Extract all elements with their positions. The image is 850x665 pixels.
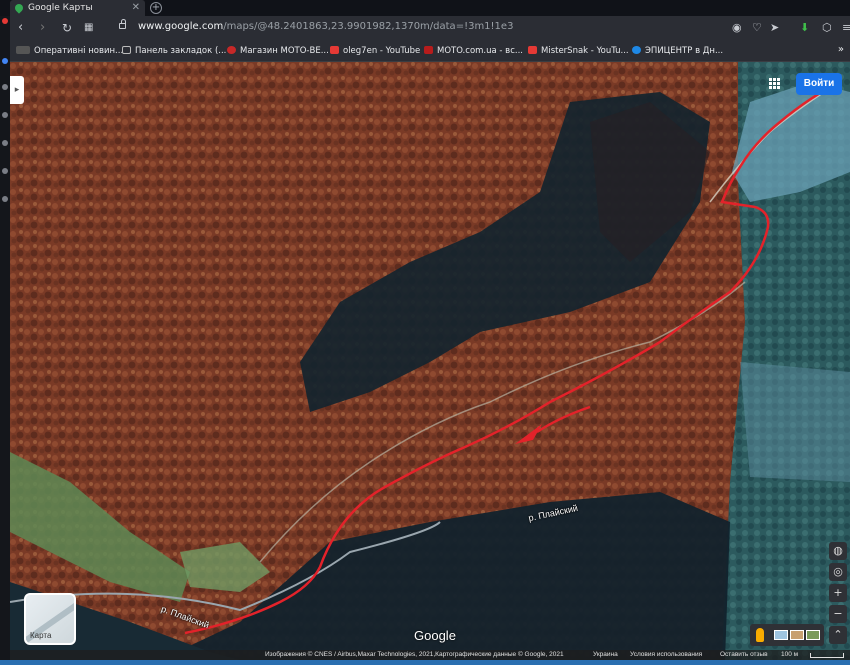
zoom-in-button[interactable]: +	[829, 584, 847, 602]
imagery-thumbnail[interactable]	[774, 630, 788, 640]
lock-icon	[119, 19, 126, 29]
reload-icon[interactable]: ↻	[62, 20, 72, 36]
globe-view-icon[interactable]: ◍	[829, 542, 847, 560]
scale-label[interactable]: 100 м	[781, 650, 798, 660]
satellite-map[interactable]: ▸ Войти р. Плайский р. Плайский Карта Go…	[10, 62, 850, 660]
extensions-box-icon[interactable]: ⬡	[822, 21, 832, 34]
unian-icon	[16, 46, 30, 54]
menu-icon[interactable]: ≡	[842, 21, 850, 34]
url-text: www.google.com/maps/@48.2401863,23.99019…	[138, 21, 514, 32]
map-layer-toggle[interactable]: Карта	[24, 593, 76, 645]
sidebar-item-icon[interactable]	[2, 196, 8, 202]
bookmark-item[interactable]: Магазин МОТО-ВЕ...	[227, 45, 329, 58]
sign-in-button[interactable]: Войти	[796, 73, 842, 95]
imagery-thumbnail[interactable]	[790, 630, 804, 640]
youtube-icon	[330, 46, 339, 54]
country-label: Украина	[593, 651, 618, 658]
my-location-icon[interactable]: ◎	[829, 563, 847, 581]
opera-logo-icon[interactable]	[2, 18, 8, 24]
send-icon[interactable]: ➤	[770, 21, 779, 34]
opera-sidebar	[0, 16, 10, 665]
tab-google-maps[interactable]: Google Карты ✕	[10, 0, 145, 16]
map-footer: Изображения © CNES / Airbus,Maxar Techno…	[10, 650, 850, 660]
terms-link[interactable]: Условия использования	[630, 650, 702, 660]
feedback-link[interactable]: Оставить отзыв	[720, 650, 768, 660]
bookmark-item[interactable]: MOTO.com.ua - вс...	[424, 45, 523, 58]
moto-com-ua-icon	[424, 46, 433, 54]
forward-icon[interactable]: ›	[40, 20, 45, 36]
sidebar-item-icon[interactable]	[2, 112, 8, 118]
expand-controls-icon[interactable]: ⌃	[829, 626, 847, 644]
youtube-icon	[528, 46, 537, 54]
bookmark-item[interactable]: MisterSnak - YouTu...	[528, 45, 629, 58]
bookmarks-bar: Оперативні новин... Панель закладок (...…	[10, 42, 850, 62]
heart-icon[interactable]: ♡	[752, 21, 762, 34]
browser-window: Google Карты ✕ + ‹ › ↻ ▦ www.google.com/…	[0, 0, 850, 665]
collapse-side-panel-button[interactable]: ▸	[10, 76, 24, 104]
sidebar-item-icon[interactable]	[2, 140, 8, 146]
download-icon[interactable]: ⬇	[800, 21, 809, 34]
epicenter-icon	[632, 46, 641, 54]
zoom-out-button[interactable]: −	[829, 605, 847, 623]
camera-icon[interactable]: ◉	[732, 21, 742, 34]
imagery-attribution: Изображения © CNES / Airbus,Maxar Techno…	[265, 651, 564, 658]
imagery-tray	[750, 624, 824, 646]
speed-dial-icon[interactable]: ▦	[84, 20, 93, 36]
bookmarks-more-button[interactable]: »	[838, 44, 844, 55]
new-tab-button[interactable]: +	[150, 2, 162, 14]
tab-title: Google Карты	[28, 3, 93, 13]
sidebar-active-icon[interactable]	[2, 58, 8, 64]
moto-shop-icon	[227, 46, 236, 54]
satellite-imagery	[10, 62, 850, 660]
street-view-pegman-icon[interactable]	[756, 628, 764, 642]
google-maps-favicon-icon	[13, 2, 25, 14]
bookmark-item[interactable]: Панель закладок (...	[122, 45, 226, 58]
scale-bar	[810, 653, 844, 658]
taskbar-strip	[0, 660, 850, 665]
bookmark-item[interactable]: oleg7en - YouTube	[330, 45, 420, 58]
google-apps-icon[interactable]	[769, 78, 781, 90]
sidebar-item-icon[interactable]	[2, 84, 8, 90]
address-toolbar: ‹ › ↻ ▦ www.google.com/maps/@48.2401863,…	[10, 16, 850, 42]
bookmark-item[interactable]: ЭПИЦЕНТР в Дн...	[632, 45, 723, 58]
folder-icon	[122, 46, 131, 54]
imagery-thumbnail[interactable]	[806, 630, 820, 640]
tab-strip: Google Карты ✕ +	[0, 0, 850, 16]
google-logo: Google	[414, 628, 456, 643]
sidebar-item-icon[interactable]	[2, 168, 8, 174]
address-bar[interactable]: www.google.com/maps/@48.2401863,23.99019…	[110, 19, 750, 39]
bookmark-item[interactable]: Оперативні новин...	[16, 45, 123, 58]
tab-close-icon[interactable]: ✕	[132, 0, 140, 16]
back-icon[interactable]: ‹	[18, 20, 23, 36]
layer-toggle-label: Карта	[30, 631, 52, 640]
